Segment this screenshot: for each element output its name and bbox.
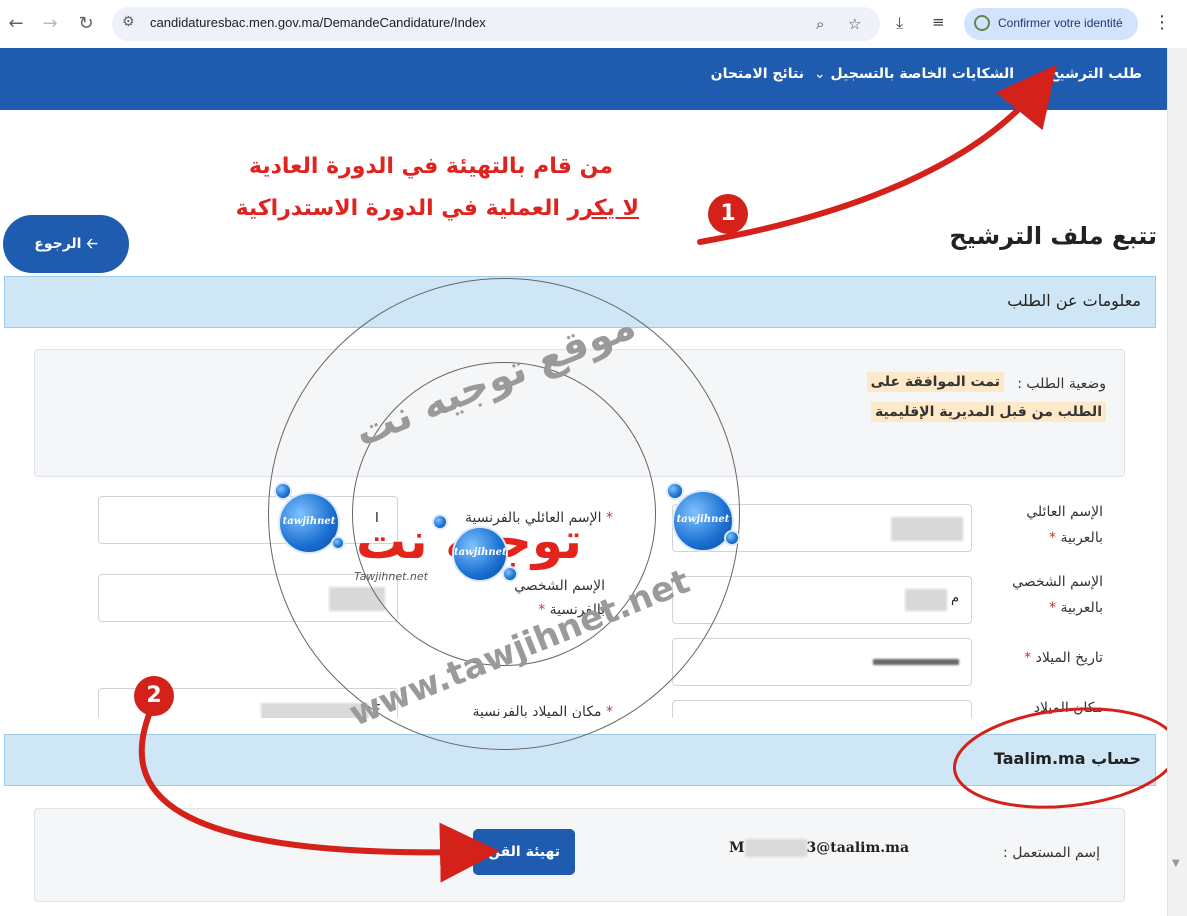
annotation-overlay: [138, 64, 1167, 883]
page-scrollbar[interactable]: [1167, 48, 1187, 916]
step-badge-2: 2: [134, 676, 174, 716]
arrow-to-nav: [697, 64, 1057, 245]
taalim-highlight-circle: [953, 707, 1167, 809]
arrow-to-reset-button: [138, 709, 500, 883]
step-badge-1: 1: [708, 194, 748, 234]
scroll-down-icon[interactable]: ▼: [1172, 858, 1180, 869]
